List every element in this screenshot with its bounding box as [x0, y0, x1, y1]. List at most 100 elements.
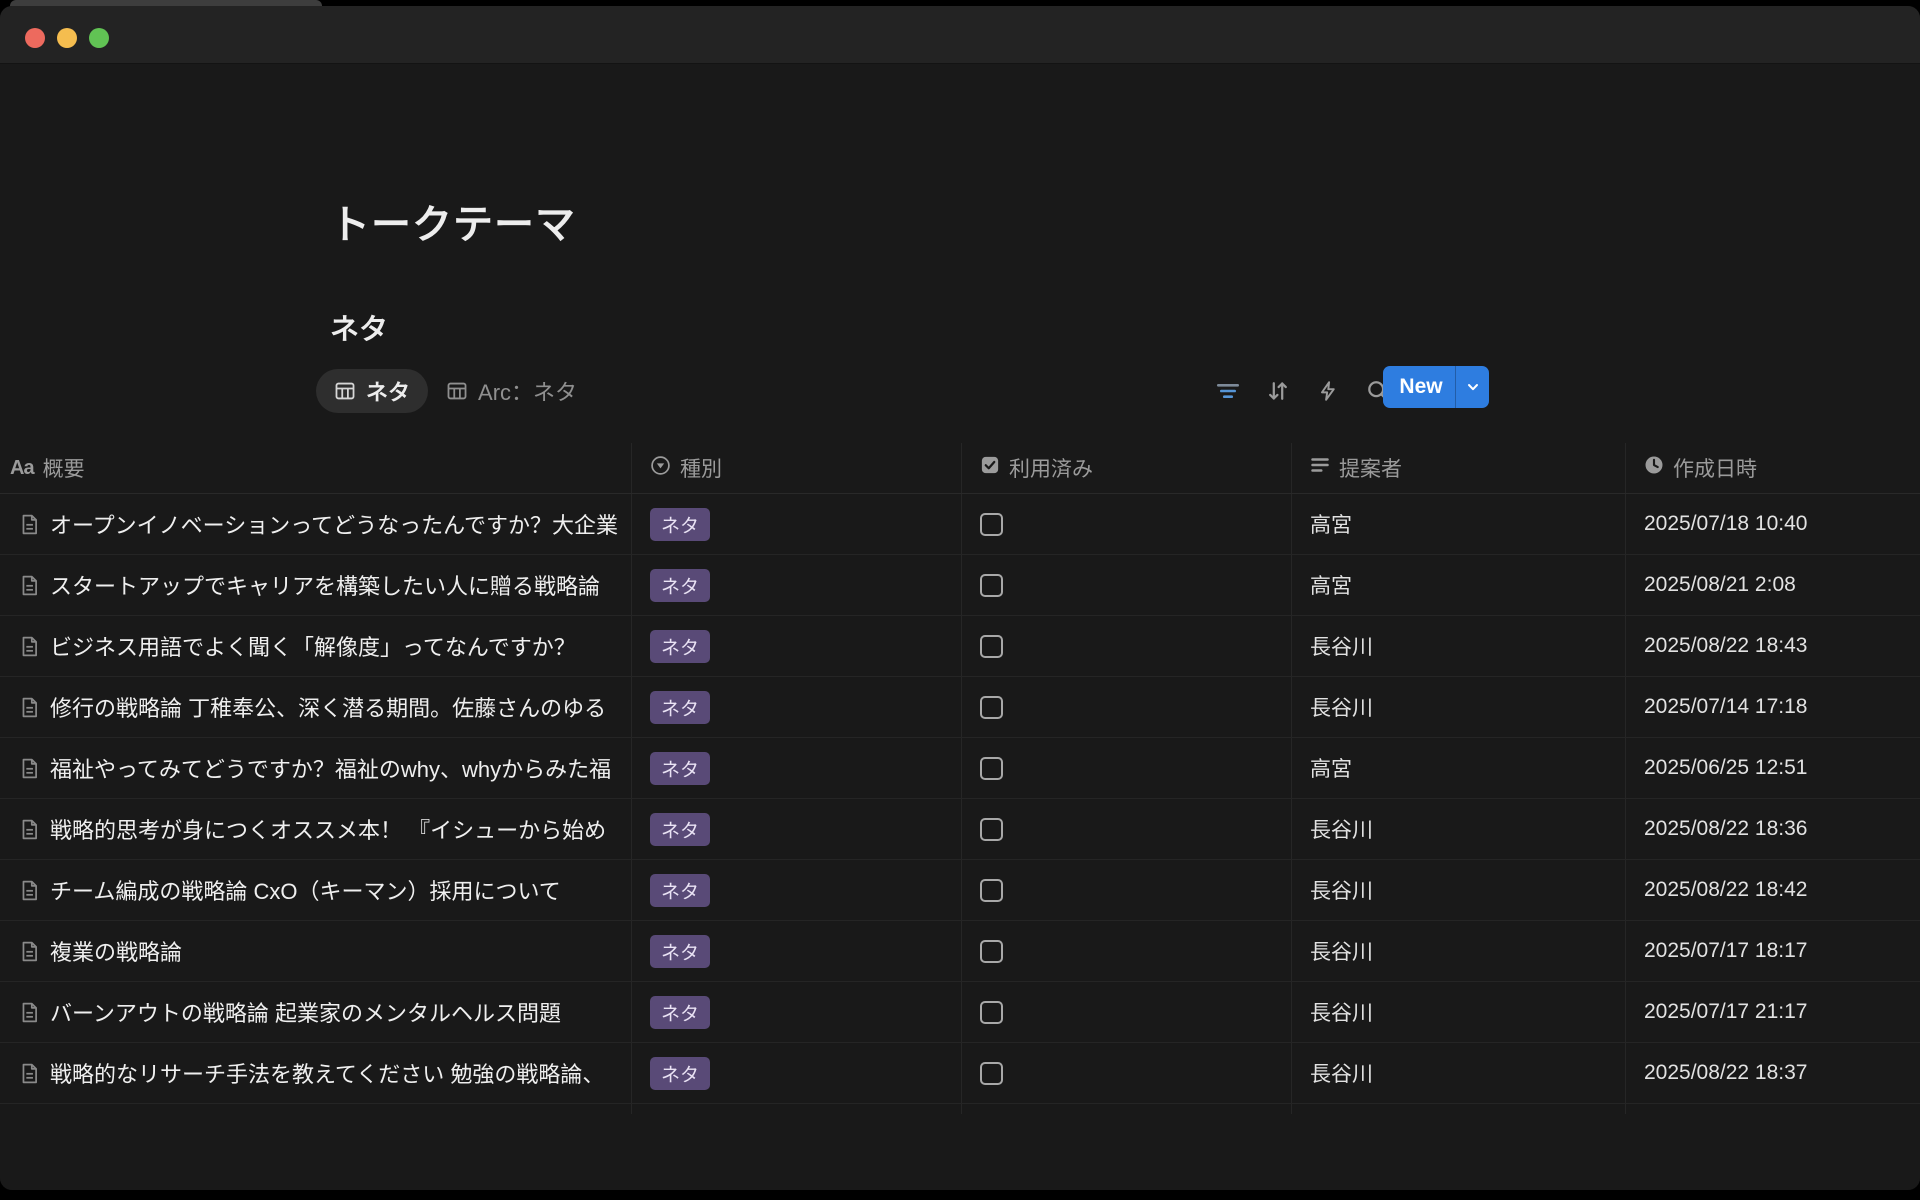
table-row[interactable]: 戦略的なリサーチ手法を教えてください 勉強の戦略論、 ネタ 長谷川 2025/0…: [0, 1043, 1920, 1104]
column-header-used[interactable]: 利用済み: [962, 443, 1292, 493]
view-tab-neta[interactable]: ネタ: [316, 369, 428, 413]
column-header-title[interactable]: Aa 概要: [0, 443, 632, 493]
used-cell[interactable]: [962, 799, 1292, 859]
row-title[interactable]: オープンイノベーションってどうなったんですか？大企業: [50, 508, 618, 540]
type-cell[interactable]: ネタ: [632, 616, 962, 676]
table-row[interactable]: スタートアップでキャリアを構築したい人に贈る戦略論 ネタ 高宮 2025/08/…: [0, 555, 1920, 616]
sort-icon[interactable]: [1266, 379, 1290, 403]
table-row[interactable]: 複業の戦略論 ネタ 長谷川 2025/07/17 18:17: [0, 921, 1920, 982]
proposer-cell[interactable]: 高宮: [1292, 555, 1626, 615]
used-checkbox[interactable]: [980, 574, 1003, 597]
created-cell[interactable]: 2025/08/22 18:43: [1626, 616, 1920, 676]
title-cell[interactable]: 戦略的なリサーチ手法を教えてください 勉強の戦略論、: [0, 1043, 632, 1103]
created-cell[interactable]: 2025/07/14 17:18: [1626, 677, 1920, 737]
title-cell[interactable]: 複業の戦略論: [0, 921, 632, 981]
type-cell[interactable]: ネタ: [632, 982, 962, 1042]
created-time: 2025/07/17 18:17: [1644, 939, 1808, 963]
type-cell[interactable]: ネタ: [632, 1043, 962, 1103]
proposer-cell[interactable]: 長谷川: [1292, 616, 1626, 676]
chevron-down-icon[interactable]: [1455, 366, 1489, 408]
created-cell[interactable]: 2025/06/25 12:51: [1626, 738, 1920, 798]
used-cell[interactable]: [962, 1043, 1292, 1103]
row-title[interactable]: 修行の戦略論 丁稚奉公、深く潜る期間。佐藤さんのゆる: [50, 691, 606, 723]
table-row[interactable]: 戦略的思考が身につくオススメ本！ 『イシューから始め ネタ 長谷川 2025/0…: [0, 799, 1920, 860]
row-title[interactable]: 戦略的なリサーチ手法を教えてください 勉強の戦略論、: [50, 1057, 604, 1089]
row-title[interactable]: スタートアップでキャリアを構築したい人に贈る戦略論: [50, 569, 600, 601]
created-cell[interactable]: 2025/07/17 18:17: [1626, 921, 1920, 981]
table-row[interactable]: ビジネス用語でよく聞く「解像度」ってなんですか？ ネタ 長谷川 2025/08/…: [0, 616, 1920, 677]
table-row[interactable]: チーム編成の戦略論 CxO（キーマン）採用について ネタ 長谷川 2025/08…: [0, 860, 1920, 921]
type-cell[interactable]: ネタ: [632, 860, 962, 920]
created-cell[interactable]: 2025/08/22 18:36: [1626, 799, 1920, 859]
minimize-window-button[interactable]: [57, 28, 77, 48]
type-cell[interactable]: ネタ: [632, 738, 962, 798]
used-checkbox[interactable]: [980, 940, 1003, 963]
row-title[interactable]: チーム編成の戦略論 CxO（キーマン）採用について: [50, 874, 561, 906]
row-title[interactable]: ビジネス用語でよく聞く「解像度」ってなんですか？: [50, 630, 576, 662]
new-record-button[interactable]: New: [1383, 366, 1489, 408]
database-title[interactable]: ネタ: [330, 306, 388, 348]
created-cell[interactable]: 2025/08/22 18:37: [1626, 1043, 1920, 1103]
title-cell[interactable]: スタートアップでキャリアを構築したい人に贈る戦略論: [0, 555, 632, 615]
used-cell[interactable]: [962, 860, 1292, 920]
used-cell[interactable]: [962, 677, 1292, 737]
select-icon: [650, 455, 671, 482]
type-cell[interactable]: ネタ: [632, 799, 962, 859]
type-cell[interactable]: ネタ: [632, 921, 962, 981]
type-tag: ネタ: [650, 935, 710, 968]
used-cell[interactable]: [962, 555, 1292, 615]
proposer-cell[interactable]: 高宮: [1292, 494, 1626, 554]
used-cell[interactable]: [962, 738, 1292, 798]
automation-icon[interactable]: [1316, 379, 1340, 403]
created-cell[interactable]: 2025/08/22 18:42: [1626, 860, 1920, 920]
used-checkbox[interactable]: [980, 513, 1003, 536]
type-cell[interactable]: ネタ: [632, 494, 962, 554]
title-cell[interactable]: チーム編成の戦略論 CxO（キーマン）採用について: [0, 860, 632, 920]
title-cell[interactable]: バーンアウトの戦略論 起業家のメンタルヘルス問題: [0, 982, 632, 1042]
view-tab-arc-neta[interactable]: Arc：ネタ: [428, 369, 595, 413]
used-cell[interactable]: [962, 494, 1292, 554]
used-checkbox[interactable]: [980, 757, 1003, 780]
created-cell[interactable]: 2025/08/21 2:08: [1626, 555, 1920, 615]
column-header-created[interactable]: 作成日時: [1626, 443, 1920, 493]
table-row[interactable]: バーンアウトの戦略論 起業家のメンタルヘルス問題 ネタ 長谷川 2025/07/…: [0, 982, 1920, 1043]
proposer-cell[interactable]: 長谷川: [1292, 921, 1626, 981]
used-checkbox[interactable]: [980, 696, 1003, 719]
used-checkbox[interactable]: [980, 1062, 1003, 1085]
filter-icon[interactable]: [1216, 379, 1240, 403]
column-header-proposer[interactable]: 提案者: [1292, 443, 1626, 493]
title-cell[interactable]: 福祉やってみてどうですか？福祉のwhy、whyからみた福: [0, 738, 632, 798]
title-cell[interactable]: 戦略的思考が身につくオススメ本！ 『イシューから始め: [0, 799, 632, 859]
created-cell[interactable]: 2025/07/17 21:17: [1626, 982, 1920, 1042]
page-icon: [18, 757, 41, 780]
used-cell[interactable]: [962, 616, 1292, 676]
row-title[interactable]: 戦略的思考が身につくオススメ本！ 『イシューから始め: [50, 813, 606, 845]
row-title[interactable]: 複業の戦略論: [50, 935, 182, 967]
created-cell[interactable]: 2025/07/18 10:40: [1626, 494, 1920, 554]
proposer-cell[interactable]: 長谷川: [1292, 860, 1626, 920]
proposer-cell[interactable]: 高宮: [1292, 738, 1626, 798]
table-row[interactable]: 修行の戦略論 丁稚奉公、深く潜る期間。佐藤さんのゆる ネタ 長谷川 2025/0…: [0, 677, 1920, 738]
table-row[interactable]: 福祉やってみてどうですか？福祉のwhy、whyからみた福 ネタ 高宮 2025/…: [0, 738, 1920, 799]
column-header-type[interactable]: 種別: [632, 443, 962, 493]
row-title[interactable]: バーンアウトの戦略論 起業家のメンタルヘルス問題: [50, 996, 561, 1028]
row-title[interactable]: 福祉やってみてどうですか？福祉のwhy、whyからみた福: [50, 752, 611, 784]
used-checkbox[interactable]: [980, 1001, 1003, 1024]
used-checkbox[interactable]: [980, 635, 1003, 658]
zoom-window-button[interactable]: [89, 28, 109, 48]
used-cell[interactable]: [962, 921, 1292, 981]
title-cell[interactable]: 修行の戦略論 丁稚奉公、深く潜る期間。佐藤さんのゆる: [0, 677, 632, 737]
proposer-cell[interactable]: 長谷川: [1292, 799, 1626, 859]
type-cell[interactable]: ネタ: [632, 677, 962, 737]
used-checkbox[interactable]: [980, 818, 1003, 841]
proposer-cell[interactable]: 長谷川: [1292, 982, 1626, 1042]
used-cell[interactable]: [962, 982, 1292, 1042]
table-row[interactable]: オープンイノベーションってどうなったんですか？大企業 ネタ 高宮 2025/07…: [0, 494, 1920, 555]
type-cell[interactable]: ネタ: [632, 555, 962, 615]
proposer-cell[interactable]: 長谷川: [1292, 677, 1626, 737]
title-cell[interactable]: ビジネス用語でよく聞く「解像度」ってなんですか？: [0, 616, 632, 676]
title-cell[interactable]: オープンイノベーションってどうなったんですか？大企業: [0, 494, 632, 554]
close-window-button[interactable]: [25, 28, 45, 48]
proposer-cell[interactable]: 長谷川: [1292, 1043, 1626, 1103]
used-checkbox[interactable]: [980, 879, 1003, 902]
